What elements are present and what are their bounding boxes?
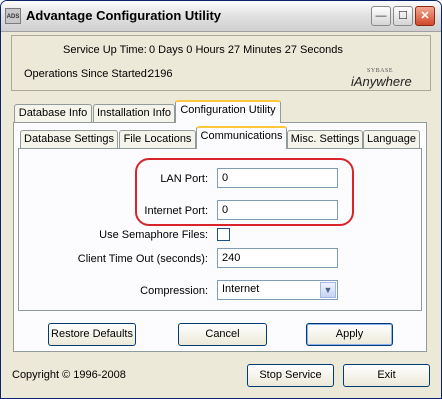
cancel-button[interactable]: Cancel (178, 323, 267, 346)
uptime-value: 0 Days 0 Hours 27 Minutes 27 Seconds (149, 44, 343, 56)
timeout-label: Client Time Out (seconds): (77, 253, 208, 265)
lan-port-input[interactable]: 0 (217, 168, 338, 188)
tab-database-settings[interactable]: Database Settings (20, 130, 118, 148)
lan-port-label: LAN Port: (160, 173, 208, 185)
tab-communications[interactable]: Communications (196, 126, 287, 149)
compression-value: Internet (222, 283, 260, 295)
tab-database-info[interactable]: Database Info (14, 104, 92, 122)
minimize-button[interactable]: — (371, 6, 391, 26)
semaphore-checkbox[interactable] (217, 228, 230, 241)
chevron-down-icon[interactable]: ▼ (320, 282, 336, 298)
tab-misc-settings[interactable]: Misc. Settings (287, 130, 363, 148)
compression-label: Compression: (140, 285, 208, 297)
apply-button[interactable]: Apply (306, 323, 393, 346)
semaphore-label: Use Semaphore Files: (99, 229, 208, 241)
tab-language[interactable]: Language (363, 130, 420, 148)
window-title: Advantage Configuration Utility (26, 8, 221, 23)
maximize-button[interactable]: ☐ (393, 6, 413, 26)
compression-select[interactable]: Internet ▼ (217, 280, 338, 300)
internet-port-label: Internet Port: (144, 205, 208, 217)
tab-installation-info[interactable]: Installation Info (93, 104, 175, 122)
ianywhere-logo: iAnywhere (351, 74, 412, 89)
tab-file-locations[interactable]: File Locations (119, 130, 196, 148)
app-icon: ADS (5, 8, 21, 24)
app-window: ADS Advantage Configuration Utility — ☐ … (0, 0, 442, 399)
stop-service-button[interactable]: Stop Service (247, 364, 334, 387)
internet-port-input[interactable]: 0 (217, 200, 338, 220)
timeout-input[interactable]: 240 (217, 248, 338, 268)
copyright-text: Copyright © 1996-2008 (12, 369, 126, 381)
tab-configuration-utility[interactable]: Configuration Utility (175, 100, 281, 123)
operations-label: Operations Since Started: (24, 68, 150, 80)
uptime-label: Service Up Time: (63, 44, 147, 56)
close-button[interactable]: ✕ (415, 6, 435, 26)
operations-value: 2196 (148, 68, 173, 80)
exit-button[interactable]: Exit (343, 364, 430, 387)
title-bar[interactable]: ADS Advantage Configuration Utility — ☐ … (1, 1, 441, 32)
restore-defaults-button[interactable]: Restore Defaults (48, 323, 136, 346)
